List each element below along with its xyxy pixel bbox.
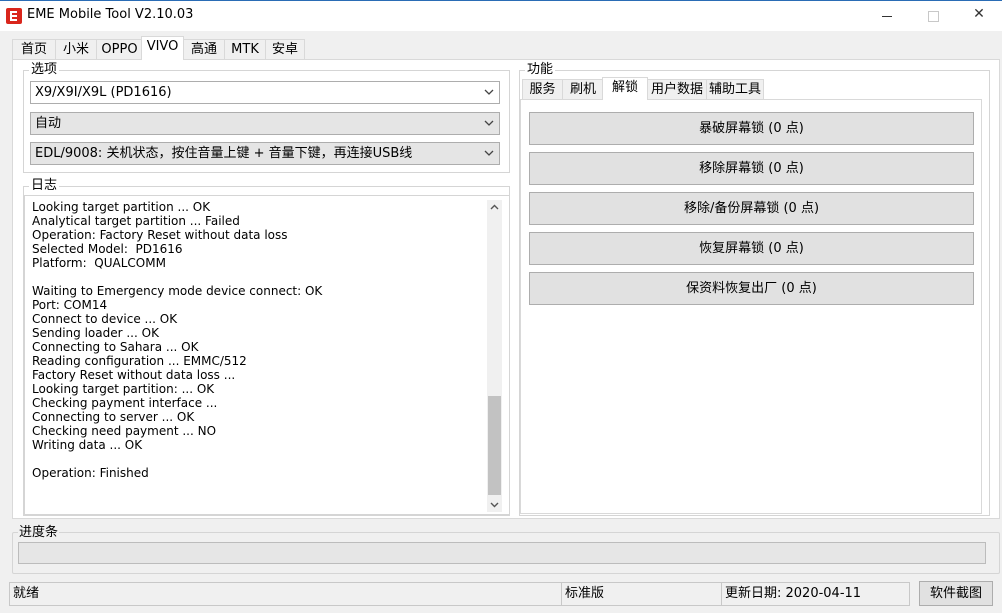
remove-screen-lock-button[interactable]: 移除屏幕锁 (0 点) [529,152,974,185]
functions-group-label: 功能 [525,62,556,78]
tab-flash[interactable]: 刷机 [562,79,604,99]
tab-oppo[interactable]: OPPO [96,39,143,59]
status-bar: 就绪 标准版 更新日期: 2020-04-11 [9,582,910,606]
close-button[interactable]: ✕ [956,1,1002,31]
log-line: Sending loader ... OK [32,326,159,340]
log-line: Reading configuration ... EMMC/512 [32,354,247,368]
status-state: 就绪 [9,582,562,606]
tab-qualcomm[interactable]: 高通 [183,39,225,59]
tab-utilities[interactable]: 辅助工具 [706,79,764,99]
chevron-down-icon [490,502,499,508]
tab-user-data[interactable]: 用户数据 [647,79,707,99]
scroll-down-button[interactable] [487,497,502,512]
chevron-down-icon [483,143,495,164]
close-icon: ✕ [973,6,985,22]
tab-xiaomi[interactable]: 小米 [55,39,97,59]
progress-label: 进度条 [18,525,60,541]
log-line: Writing data ... OK [32,438,143,452]
log-lines: Looking target partition ... OK Analytica… [32,200,322,480]
tab-service[interactable]: 服务 [522,79,563,99]
model-select[interactable]: X9/X9I/X9L (PD1616) [30,81,500,104]
chevron-up-icon [490,204,499,210]
scroll-thumb[interactable] [488,396,501,495]
remove-backup-screen-lock-button[interactable]: 移除/备份屏幕锁 (0 点) [529,192,974,225]
log-line: Platform: QUALCOMM [32,256,166,270]
status-update-date: 更新日期: 2020-04-11 [721,582,910,606]
log-line: Checking payment interface ... [32,396,218,410]
log-group-label: 日志 [29,178,60,194]
tab-vivo[interactable]: VIVO [141,36,184,60]
brute-force-screen-lock-button[interactable]: 暴破屏幕锁 (0 点) [529,112,974,145]
log-scrollbar[interactable] [487,200,502,512]
options-group-label: 选项 [29,62,60,78]
log-line: Operation: Finished [32,466,149,480]
tab-android[interactable]: 安卓 [265,39,305,59]
maximize-button[interactable] [910,1,956,31]
log-line: Checking need payment ... NO [32,424,217,438]
connection-select[interactable]: EDL/9008: 关机状态，按住音量上键 + 音量下键，再连接USB线 [30,142,500,165]
log-line: Port: COM14 [32,298,108,312]
tab-mtk[interactable]: MTK [224,39,266,59]
minimize-button[interactable] [864,1,910,31]
chevron-down-icon [483,113,495,134]
log-line: Factory Reset without data loss ... [32,368,236,382]
window-title: EME Mobile Tool V2.10.03 [27,7,194,22]
log-line: Looking target partition ... OK [32,200,211,214]
maximize-icon [928,11,939,22]
restore-screen-lock-button[interactable]: 恢复屏幕锁 (0 点) [529,232,974,265]
log-line: Connecting to Sahara ... OK [32,340,199,354]
model-select-value: X9/X9I/X9L (PD1616) [35,85,172,100]
log-line: Connecting to server ... OK [32,410,195,424]
tab-home[interactable]: 首页 [12,39,56,59]
progress-bar [18,542,986,564]
tab-unlock[interactable]: 解锁 [602,77,648,100]
log-line: Connect to device ... OK [32,312,178,326]
screenshot-button[interactable]: 软件截图 [919,581,993,606]
mode-select[interactable]: 自动 [30,112,500,135]
minimize-icon [882,16,892,17]
title-bar[interactable]: EME Mobile Tool V2.10.03 ✕ [0,1,1002,31]
log-line: Selected Model: PD1616 [32,242,183,256]
log-line: Analytical target partition ... Failed [32,214,240,228]
mode-select-value: 自动 [35,116,62,131]
app-logo-icon [6,8,22,24]
scroll-up-button[interactable] [487,200,502,215]
status-edition: 标准版 [561,582,722,606]
log-line: Waiting to Emergency mode device connect… [32,284,323,298]
log-textbox[interactable]: Looking target partition ... OK Analytica… [24,195,510,515]
connection-select-value: EDL/9008: 关机状态，按住音量上键 + 音量下键，再连接USB线 [35,146,413,161]
chevron-down-icon [483,82,495,103]
factory-reset-keep-data-button[interactable]: 保资料恢复出厂 (0 点) [529,272,974,305]
log-line: Operation: Factory Reset without data lo… [32,228,288,242]
app-window: EME Mobile Tool V2.10.03 ✕ 首页 小米 OPPO VI… [0,0,1002,613]
log-line: Looking target partition: ... OK [32,382,215,396]
